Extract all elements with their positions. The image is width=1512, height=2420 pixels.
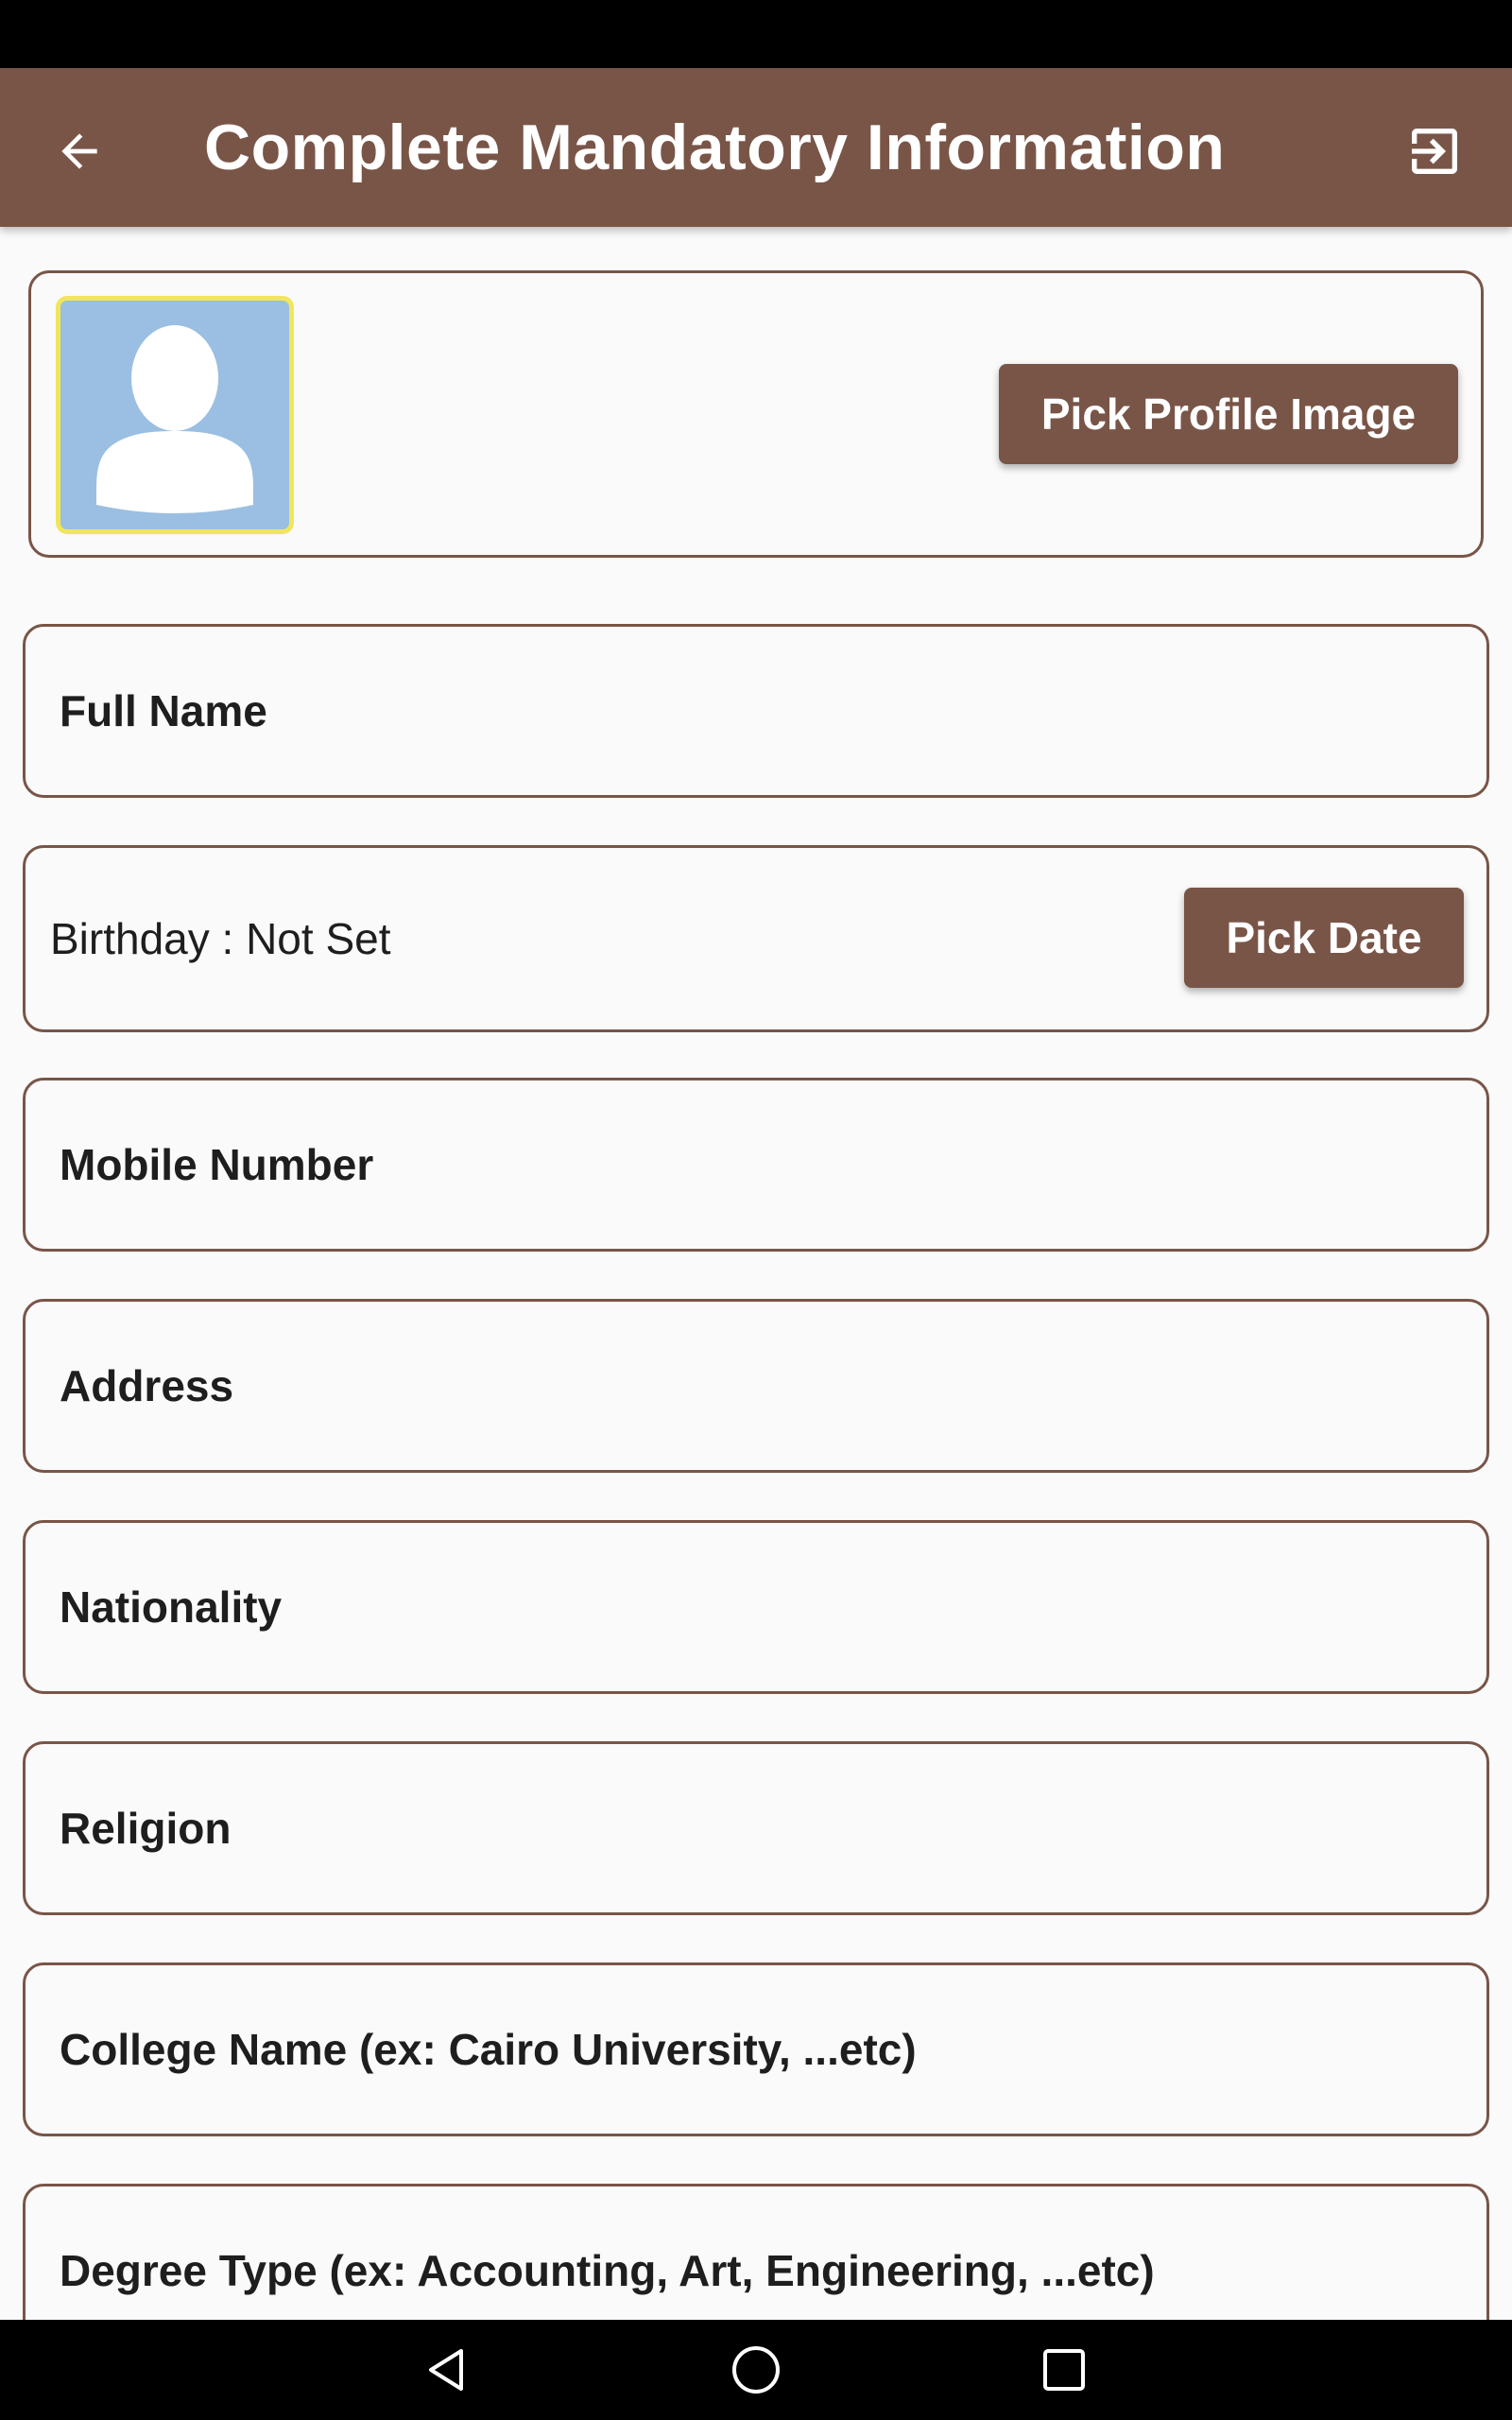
arrow-left-icon [61,133,97,169]
religion-label: Religion [60,1804,232,1853]
system-nav-bar [0,2320,1512,2420]
nav-back-button[interactable] [408,2332,484,2408]
full-name-label: Full Name [60,686,267,735]
nav-back-triangle-icon [429,2349,463,2391]
nav-home-circle-icon [732,2346,780,2394]
address-field[interactable]: Address [23,1299,1489,1473]
religion-field[interactable]: Religion [23,1741,1489,1915]
full-name-field[interactable]: Full Name [23,624,1489,798]
form-content[interactable]: Pick Profile Image Full Name Birthday : … [0,227,1512,2320]
status-bar [0,0,1512,68]
nationality-label: Nationality [60,1582,283,1632]
profile-image-card: Pick Profile Image [28,270,1484,558]
birthday-card: Birthday : Not Set Pick Date [23,845,1489,1032]
mobile-number-field[interactable]: Mobile Number [23,1078,1489,1252]
college-name-label: College Name (ex: Cairo University, ...e… [60,2025,917,2074]
degree-type-field[interactable]: Degree Type (ex: Accounting, Art, Engine… [23,2184,1489,2320]
exit-button[interactable] [1393,110,1476,193]
nav-recents-button[interactable] [1026,2332,1102,2408]
degree-type-label: Degree Type (ex: Accounting, Art, Engine… [60,2246,1155,2295]
person-placeholder-icon [96,325,253,513]
college-name-field[interactable]: College Name (ex: Cairo University, ...e… [23,1962,1489,2136]
nav-recents-square-icon [1043,2349,1085,2391]
pick-profile-image-button[interactable]: Pick Profile Image [999,364,1458,464]
exit-to-app-icon [1412,129,1457,174]
nav-home-button[interactable] [718,2332,794,2408]
address-label: Address [60,1361,234,1410]
mobile-number-label: Mobile Number [60,1140,374,1189]
back-button[interactable] [38,110,121,193]
page-title: Complete Mandatory Information [204,112,1226,183]
pick-date-button[interactable]: Pick Date [1184,888,1464,988]
nationality-field[interactable]: Nationality [23,1520,1489,1694]
profile-avatar[interactable] [56,296,294,534]
birthday-text: Birthday : Not Set [50,914,391,963]
app-bar: Complete Mandatory Information [0,68,1512,227]
